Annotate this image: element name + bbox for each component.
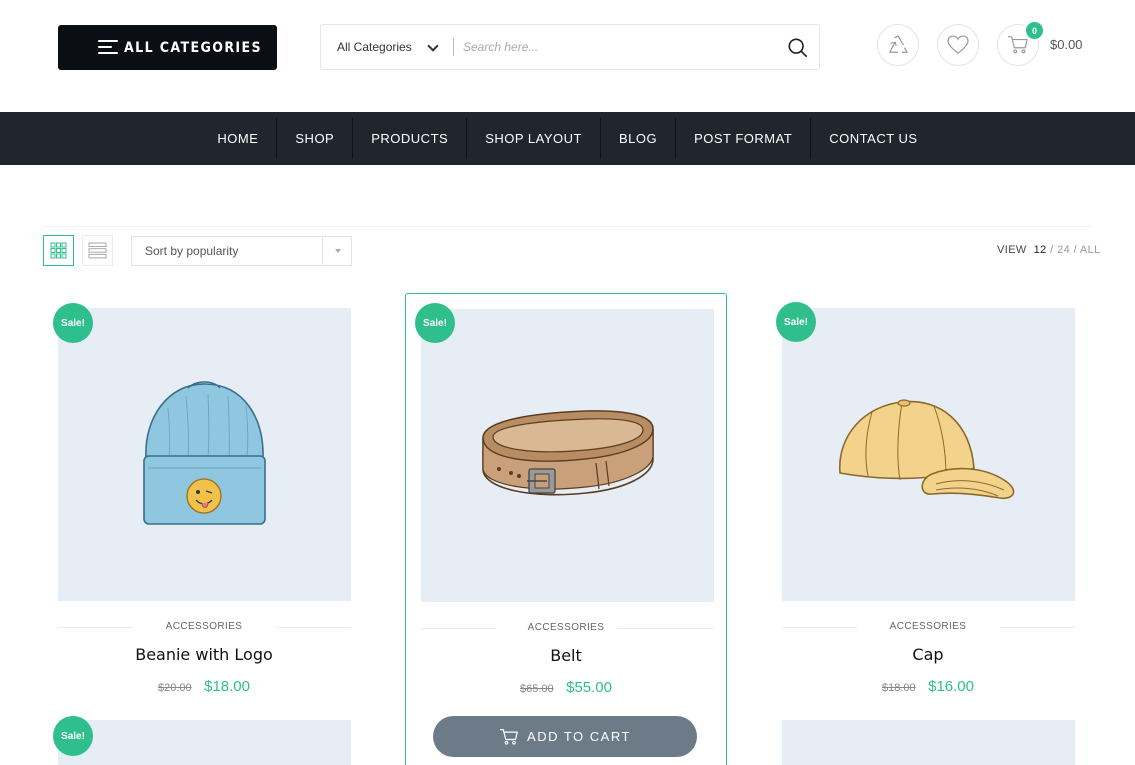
main-nav: HOME SHOP PRODUCTS SHOP LAYOUT BLOG POST… — [0, 112, 1135, 165]
sale-price: $16.00 — [928, 678, 974, 695]
sort-select-value: Sort by popularity — [145, 244, 239, 258]
grid-view-icon — [50, 242, 67, 259]
cart-icon — [1008, 36, 1028, 54]
view-option-12[interactable]: 12 — [1034, 244, 1047, 256]
view-label: VIEW — [997, 244, 1027, 256]
product-name[interactable]: Beanie with Logo — [43, 645, 365, 664]
chevron-down-icon — [427, 40, 439, 52]
belt-image — [482, 410, 654, 496]
old-price: $65.00 — [520, 683, 554, 695]
cart-icon — [500, 728, 518, 745]
product-image[interactable] — [58, 720, 351, 765]
beanie-image — [143, 381, 266, 525]
old-price: $18.00 — [882, 682, 916, 694]
cart-total[interactable]: $0.00 — [1050, 37, 1083, 52]
nav-item-contact-us[interactable]: CONTACT US — [811, 112, 935, 165]
sale-badge: Sale! — [776, 302, 816, 342]
all-categories-label: ALL CATEGORIES — [124, 39, 262, 56]
chevron-down-icon — [335, 249, 341, 253]
toolbar-divider — [42, 226, 1092, 227]
product-price: $18.00 $16.00 — [767, 678, 1089, 696]
product-name[interactable]: Belt — [406, 646, 726, 665]
product-image[interactable] — [421, 309, 714, 602]
recycle-icon — [889, 35, 908, 53]
sale-badge: Sale! — [53, 303, 93, 343]
wishlist-button[interactable] — [937, 24, 979, 66]
old-price: $20.00 — [158, 682, 192, 694]
sale-price: $18.00 — [204, 678, 250, 695]
nav-item-shop-layout[interactable]: SHOP LAYOUT — [467, 112, 600, 165]
search-input[interactable] — [454, 40, 764, 54]
cap-image — [839, 399, 1015, 500]
sort-divider — [322, 237, 323, 265]
product-card-cap[interactable]: Sale! ACCESSORIES Cap $18.00 $16.00 — [767, 293, 1089, 765]
product-name[interactable]: Cap — [767, 645, 1089, 664]
product-price: $65.00 $55.00 — [406, 679, 726, 697]
compare-button[interactable] — [877, 24, 919, 66]
grid-view-button[interactable] — [43, 235, 74, 266]
view-option-all[interactable]: ALL — [1080, 244, 1101, 256]
add-to-cart-button[interactable]: ADD TO CART — [433, 716, 697, 757]
nav-item-post-format[interactable]: POST FORMAT — [676, 112, 810, 165]
cart-count-badge: 0 — [1026, 22, 1043, 39]
nav-item-blog[interactable]: BLOG — [601, 112, 675, 165]
product-price: $20.00 $18.00 — [43, 678, 365, 696]
all-categories-button[interactable]: ALL CATEGORIES — [58, 25, 277, 70]
sale-price: $55.00 — [566, 679, 612, 696]
view-count: VIEW 12 / 24 / ALL — [997, 244, 1101, 256]
product-card-beanie[interactable]: Sale! ACCESSORIES Beanie with Logo $20.0… — [43, 293, 365, 765]
list-view-button[interactable] — [82, 235, 113, 266]
product-category[interactable]: ACCESSORIES — [767, 621, 1089, 632]
sale-badge: Sale! — [415, 303, 455, 343]
search-bar: All Categories — [320, 24, 820, 70]
product-image[interactable] — [782, 308, 1075, 601]
product-image[interactable] — [58, 308, 351, 601]
nav-item-home[interactable]: HOME — [199, 112, 276, 165]
product-category[interactable]: ACCESSORIES — [43, 621, 365, 632]
nav-item-shop[interactable]: SHOP — [277, 112, 352, 165]
sale-badge: Sale! — [53, 716, 93, 756]
product-category[interactable]: ACCESSORIES — [406, 622, 726, 633]
product-image[interactable] — [782, 720, 1075, 765]
search-icon[interactable] — [787, 37, 809, 59]
search-category-select[interactable]: All Categories — [321, 25, 453, 69]
heart-icon — [947, 35, 969, 54]
sort-select[interactable]: Sort by popularity — [131, 236, 352, 266]
nav-item-products[interactable]: PRODUCTS — [353, 112, 466, 165]
list-view-icon — [88, 242, 107, 259]
search-category-label: All Categories — [337, 40, 412, 54]
view-option-24[interactable]: 24 — [1057, 244, 1070, 256]
menu-icon — [98, 40, 118, 54]
product-card-belt[interactable]: Sale! ACCESSORIES Belt $65.00 $55.00 ADD… — [405, 293, 727, 765]
add-to-cart-label: ADD TO CART — [527, 729, 631, 744]
